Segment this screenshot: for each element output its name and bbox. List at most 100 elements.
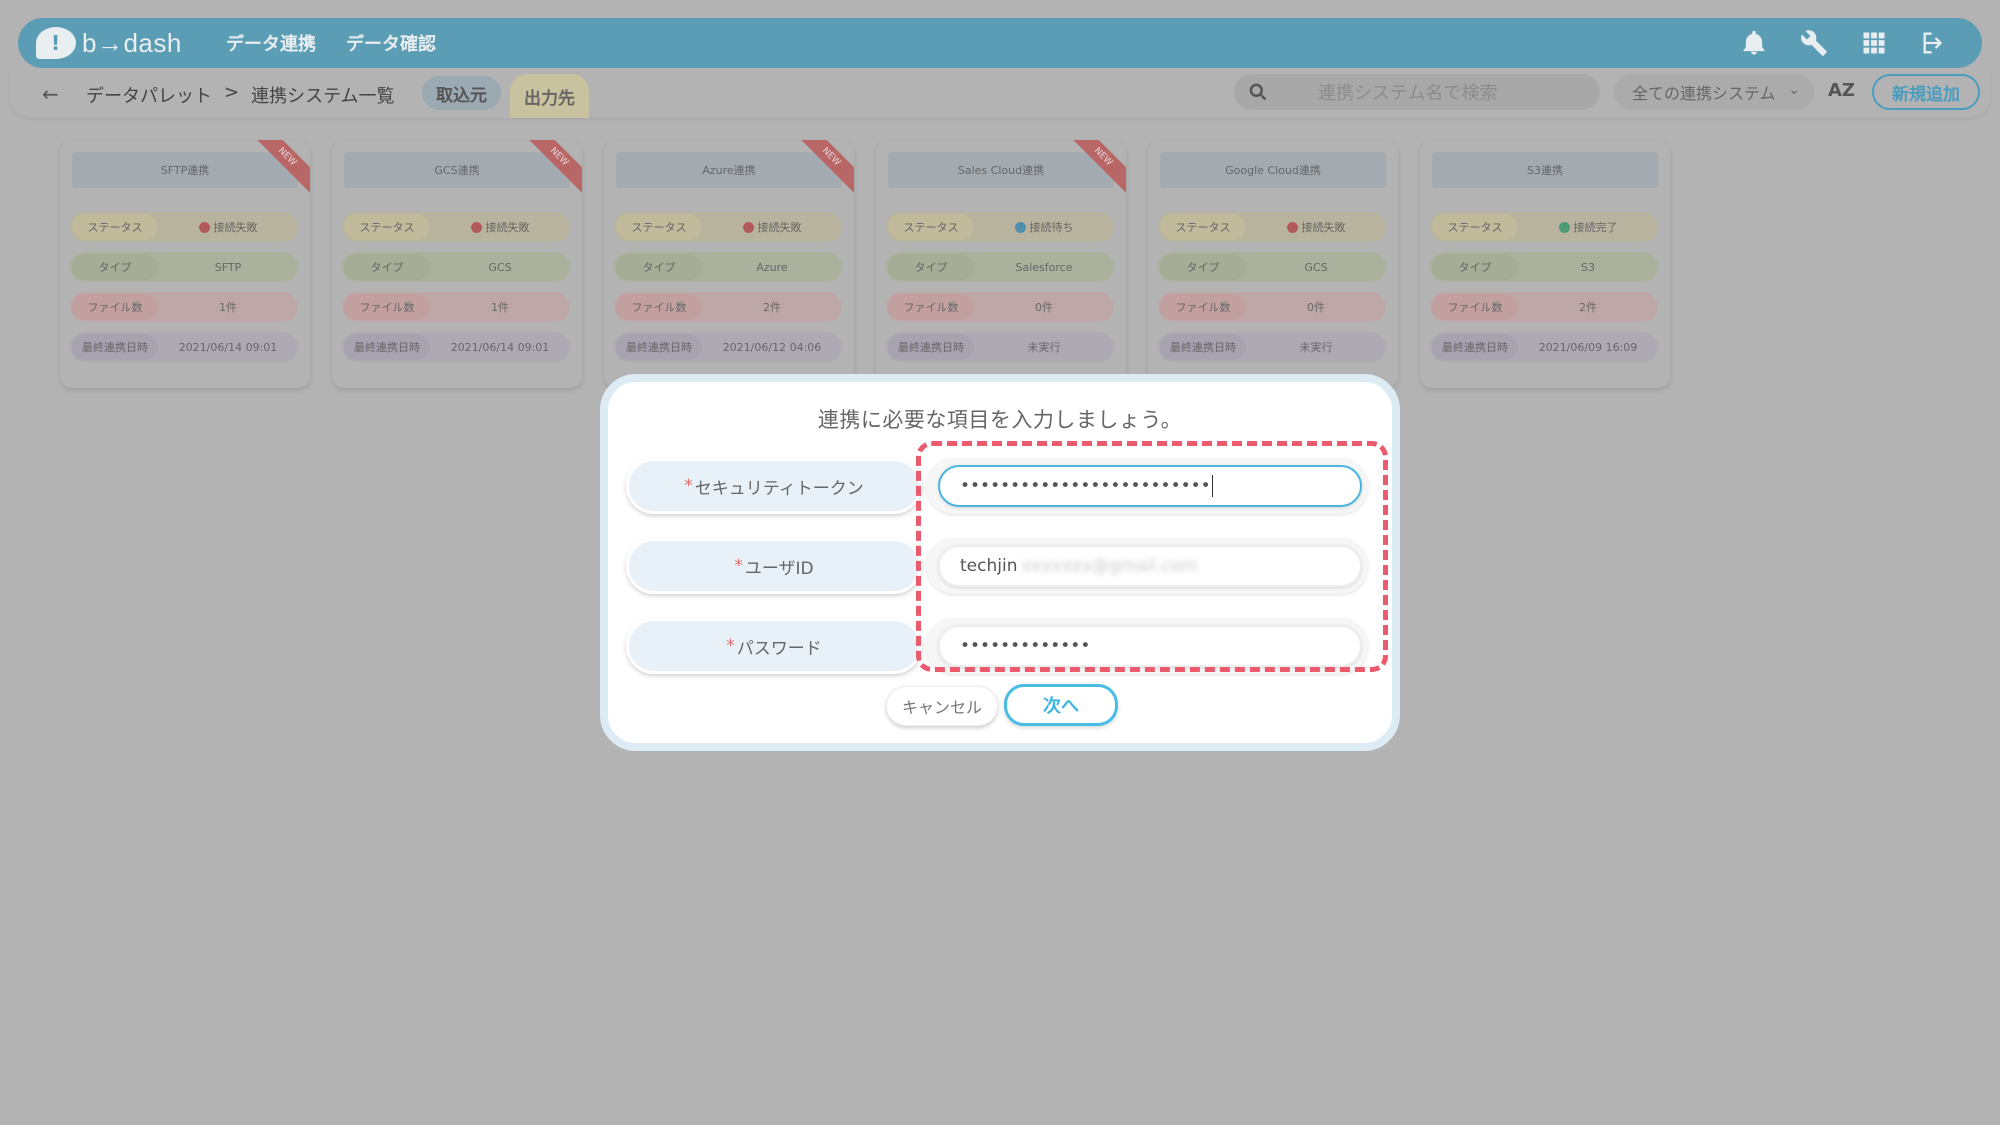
card-type-row: タイプ SFTP bbox=[70, 252, 298, 282]
card-title: Sales Cloud連携 bbox=[888, 152, 1114, 188]
status-label: ステータス bbox=[72, 214, 158, 240]
status-label: ステータス bbox=[1432, 214, 1518, 240]
nav-data-check[interactable]: データ確認 bbox=[346, 30, 436, 56]
files-label: ファイル数 bbox=[1160, 294, 1246, 320]
files-label: ファイル数 bbox=[616, 294, 702, 320]
breadcrumb-separator: > bbox=[224, 82, 240, 103]
search-input[interactable]: 連携システム名で検索 bbox=[1234, 74, 1600, 110]
field-label-text: ユーザID bbox=[744, 558, 814, 579]
card-last-sync-row: 最終連携日時 2021/06/14 09:01 bbox=[70, 332, 298, 362]
integration-card[interactable]: Google Cloud連携 ステータス 接続失敗 タイプ GCS ファイル数 0件 … bbox=[1148, 140, 1398, 388]
card-last-sync-row: 最終連携日時 2021/06/09 16:09 bbox=[1430, 332, 1658, 362]
field-label: * セキュリティトークン bbox=[626, 458, 922, 514]
field-label-text: パスワード bbox=[736, 638, 822, 659]
card-files-row: ファイル数 0件 bbox=[886, 292, 1114, 322]
password-input[interactable]: ••••••••••••• bbox=[938, 625, 1362, 667]
system-filter-select[interactable]: 全ての連携システム ⌄ bbox=[1614, 74, 1814, 110]
app-header: b→dash データ連携 データ確認 bbox=[18, 18, 1982, 68]
last-sync-label: 最終連携日時 bbox=[1432, 334, 1518, 360]
type-value: Salesforce bbox=[1015, 260, 1073, 274]
card-title: S3連携 bbox=[1432, 152, 1658, 188]
last-sync-value: 2021/06/14 09:01 bbox=[178, 340, 278, 354]
add-new-button[interactable]: 新規追加 bbox=[1872, 74, 1980, 110]
bell-icon[interactable] bbox=[1736, 25, 1772, 61]
input-shell: techjin xxxxxxx@gmail.com bbox=[926, 538, 1368, 594]
card-last-sync-row: 最終連携日時 2021/06/12 04:06 bbox=[614, 332, 842, 362]
files-label: ファイル数 bbox=[72, 294, 158, 320]
wrench-icon[interactable] bbox=[1796, 25, 1832, 61]
app-logo[interactable]: b→dash bbox=[36, 27, 196, 59]
last-sync-value: 2021/06/09 16:09 bbox=[1538, 340, 1638, 354]
status-label: ステータス bbox=[1160, 214, 1246, 240]
last-sync-value: 未実行 bbox=[1299, 341, 1333, 354]
card-title: GCS連携 bbox=[344, 152, 570, 188]
credentials-modal: 連携に必要な項目を入力しましょう。 * セキュリティトークン ••••••••••… bbox=[600, 374, 1400, 751]
modal-title: 連携に必要な項目を入力しましょう。 bbox=[817, 408, 1183, 432]
last-sync-label: 最終連携日時 bbox=[616, 334, 702, 360]
card-type-row: タイプ GCS bbox=[342, 252, 570, 282]
required-mark: * bbox=[684, 476, 693, 496]
card-type-row: タイプ S3 bbox=[1430, 252, 1658, 282]
card-status-row: ステータス 接続失敗 bbox=[614, 212, 842, 242]
type-value: Azure bbox=[756, 260, 788, 274]
card-status-row: ステータス 接続失敗 bbox=[1158, 212, 1386, 242]
field-label: * ユーザID bbox=[626, 538, 922, 594]
status-value: 接続失敗 bbox=[213, 221, 258, 234]
sub-toolbar: ← データパレット > 連携システム一覧 取込元 出力先 連携システム名で検索 … bbox=[10, 68, 1990, 118]
status-label: ステータス bbox=[344, 214, 430, 240]
card-last-sync-row: 最終連携日時 2021/06/14 09:01 bbox=[342, 332, 570, 362]
card-type-row: タイプ Azure bbox=[614, 252, 842, 282]
last-sync-value: 2021/06/14 09:01 bbox=[450, 340, 550, 354]
error-icon bbox=[1286, 221, 1298, 233]
type-label: タイプ bbox=[616, 254, 702, 280]
breadcrumb-item-current: 連携システム一覧 bbox=[251, 86, 395, 107]
status-label: ステータス bbox=[888, 214, 974, 240]
last-sync-label: 最終連携日時 bbox=[1160, 334, 1246, 360]
card-files-row: ファイル数 2件 bbox=[614, 292, 842, 322]
files-value: 2件 bbox=[1579, 301, 1597, 314]
integration-card[interactable]: SFTP連携 NEW ステータス 接続失敗 タイプ SFTP ファイル数 1件 最終連… bbox=[60, 140, 310, 388]
card-files-row: ファイル数 1件 bbox=[342, 292, 570, 322]
type-value: GCS bbox=[488, 260, 512, 274]
error-icon bbox=[470, 221, 482, 233]
files-value: 0件 bbox=[1035, 301, 1053, 314]
type-label: タイプ bbox=[344, 254, 430, 280]
files-value: 0件 bbox=[1307, 301, 1325, 314]
card-title: Azure連携 bbox=[616, 152, 842, 188]
sort-az-icon[interactable]: AZ bbox=[1828, 80, 1855, 101]
card-files-row: ファイル数 2件 bbox=[1430, 292, 1658, 322]
last-sync-value: 2021/06/12 04:06 bbox=[722, 340, 822, 354]
integration-card[interactable]: GCS連携 NEW ステータス 接続失敗 タイプ GCS ファイル数 1件 最終連携日… bbox=[332, 140, 582, 388]
card-status-row: ステータス 接続失敗 bbox=[70, 212, 298, 242]
files-label: ファイル数 bbox=[344, 294, 430, 320]
integration-card[interactable]: S3連携 ステータス 接続完了 タイプ S3 ファイル数 2件 最終連携日時 2021/… bbox=[1420, 140, 1670, 388]
tab-destination[interactable]: 出力先 bbox=[510, 74, 589, 118]
field-label: * パスワード bbox=[626, 618, 922, 674]
field-label-text: セキュリティトークン bbox=[694, 478, 864, 499]
user-id-input[interactable]: techjin xxxxxxx@gmail.com bbox=[938, 545, 1362, 587]
breadcrumb-item-data-palette[interactable]: データパレット bbox=[86, 82, 212, 108]
error-icon bbox=[198, 221, 210, 233]
card-title: Google Cloud連携 bbox=[1160, 152, 1386, 188]
cancel-button[interactable]: キャンセル bbox=[886, 686, 998, 726]
files-label: ファイル数 bbox=[1432, 294, 1518, 320]
logo-bubble-icon bbox=[36, 27, 76, 59]
nav-data-integration[interactable]: データ連携 bbox=[226, 30, 316, 56]
logo-text: b→dash bbox=[82, 27, 182, 58]
user-id-blurred: xxxxxxx@gmail.com bbox=[1021, 556, 1198, 576]
pending-icon bbox=[1014, 221, 1026, 233]
integration-card[interactable]: Azure連携 NEW ステータス 接続失敗 タイプ Azure ファイル数 2件 最… bbox=[604, 140, 854, 388]
tab-source[interactable]: 取込元 bbox=[422, 76, 501, 110]
last-sync-label: 最終連携日時 bbox=[888, 334, 974, 360]
next-button[interactable]: 次へ bbox=[1004, 684, 1118, 726]
integration-card[interactable]: Sales Cloud連携 NEW ステータス 接続待ち タイプ Salesforc… bbox=[876, 140, 1126, 388]
apps-grid-icon[interactable] bbox=[1856, 25, 1892, 61]
logout-icon[interactable] bbox=[1916, 25, 1952, 61]
status-value: 接続待ち bbox=[1029, 221, 1074, 234]
security-token-input[interactable]: ••••••••••••••••••••••••• bbox=[938, 465, 1362, 507]
card-last-sync-row: 最終連携日時 未実行 bbox=[886, 332, 1114, 362]
form-row-password: * パスワード ••••••••••••• bbox=[626, 618, 1368, 674]
card-files-row: ファイル数 1件 bbox=[70, 292, 298, 322]
card-title: SFTP連携 bbox=[72, 152, 298, 188]
back-arrow-icon[interactable]: ← bbox=[42, 82, 59, 106]
